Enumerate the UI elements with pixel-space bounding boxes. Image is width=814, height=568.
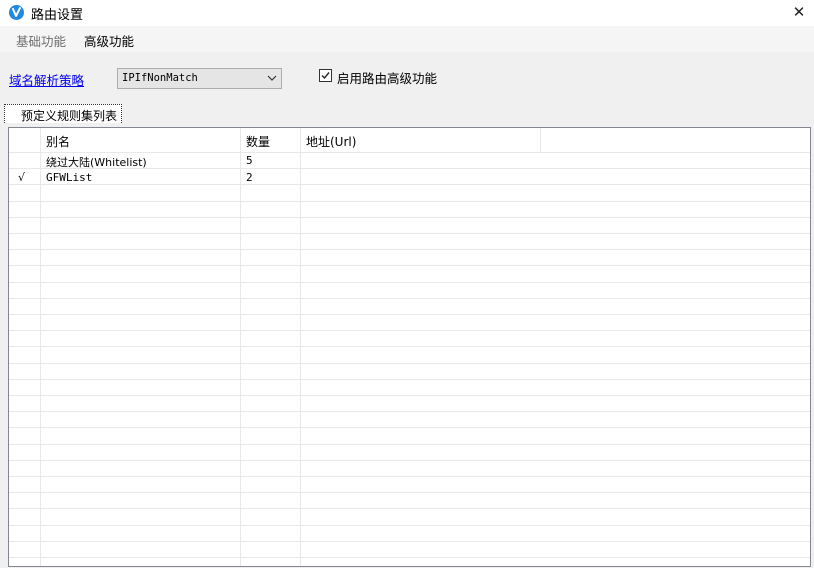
v-logo-icon (9, 5, 24, 20)
tab-predefined-rulesets[interactable]: 预定义规则集列表 (4, 104, 122, 123)
row-alias[interactable]: 绕过大陆(Whitelist) (46, 154, 147, 170)
settings-panel: 域名解析策略 IPIfNonMatch 启用路由高级功能 预定义规则集列表 别名… (0, 52, 814, 568)
dns-strategy-link[interactable]: 域名解析策略 (9, 70, 84, 89)
menu-bar: 基础功能 高级功能 (0, 26, 814, 52)
close-icon: ✕ (792, 3, 806, 21)
enable-advanced-label[interactable]: 启用路由高级功能 (337, 68, 437, 87)
enable-advanced-checkbox[interactable] (319, 69, 332, 82)
chevron-down-icon (267, 75, 277, 81)
column-header-alias[interactable]: 别名 (46, 133, 70, 150)
checkmark-icon (321, 72, 330, 80)
grid-lines (9, 128, 810, 566)
title-bar: 路由设置 ✕ (0, 0, 814, 26)
close-button[interactable]: ✕ (784, 0, 814, 26)
row-count-gfwlist[interactable]: 2 (246, 171, 253, 184)
row-count[interactable]: 5 (246, 154, 253, 167)
tab-label: 预定义规则集列表 (21, 109, 118, 123)
window-title: 路由设置 (31, 8, 84, 23)
dns-strategy-value: IPIfNonMatch (122, 72, 198, 84)
rulesets-grid[interactable]: 别名 数量 地址(Url) 绕过大陆(Whitelist) 5 √ GFWLis… (8, 127, 811, 567)
row-alias-gfwlist[interactable]: GFWList (46, 171, 92, 184)
menu-basic-functions[interactable]: 基础功能 (16, 31, 66, 50)
row-check-mark-gfwlist[interactable]: √ (18, 171, 25, 184)
column-header-count[interactable]: 数量 (246, 133, 270, 150)
column-header-url[interactable]: 地址(Url) (306, 133, 356, 150)
menu-advanced-functions[interactable]: 高级功能 (84, 31, 134, 50)
dns-strategy-select[interactable]: IPIfNonMatch (117, 68, 282, 89)
